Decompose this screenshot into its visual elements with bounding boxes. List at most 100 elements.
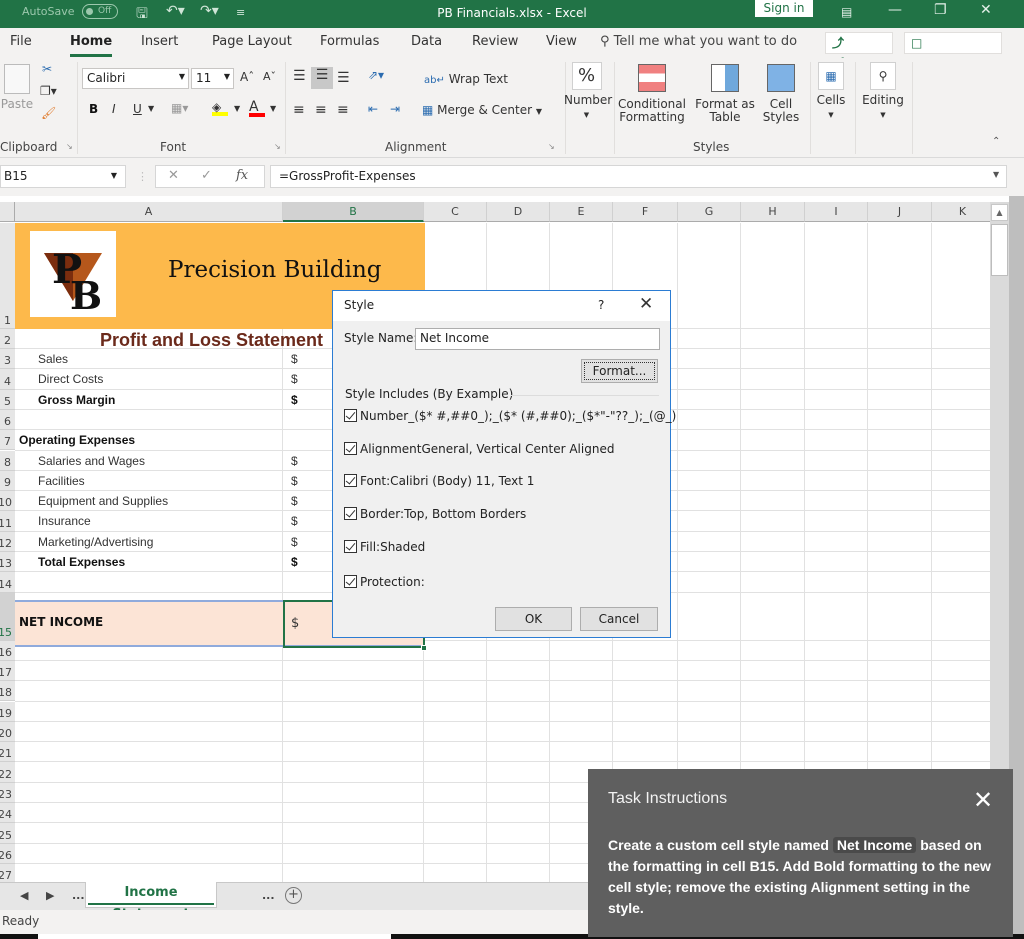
conditional-formatting-button[interactable]: Conditional Formatting [614, 62, 690, 124]
cancel-button[interactable]: Cancel [580, 607, 658, 631]
italic-button[interactable]: I [112, 102, 116, 116]
clipboard-launcher-icon[interactable]: ↘ [66, 142, 73, 151]
include-number-checkbox[interactable]: Number_($* #,##0_);_($* (#,##0);_($*"-"?… [344, 409, 676, 423]
name-box[interactable]: B15 ▼ [0, 165, 126, 188]
line-item-label[interactable]: Direct Costs [38, 372, 103, 386]
line-item-label[interactable]: Marketing/Advertising [38, 535, 153, 549]
line-item-label[interactable]: Sales [38, 352, 68, 366]
line-item-value[interactable]: $ [291, 494, 298, 508]
include-fill-checkbox[interactable]: Fill:Shaded [344, 540, 425, 554]
tab-insert[interactable]: Insert [141, 34, 178, 49]
share-button[interactable]: ⤴ Share [825, 32, 893, 70]
row-header-11[interactable]: 11 [0, 511, 15, 532]
row-header-10[interactable]: 10 [0, 491, 15, 512]
number-format-button[interactable]: % Number ▼ [564, 62, 612, 122]
row-header-9[interactable]: 9 [0, 470, 15, 492]
column-header-g[interactable]: G [678, 202, 741, 222]
tab-file[interactable]: File [10, 34, 32, 49]
prev-sheet-icon[interactable]: ◀ [20, 889, 28, 902]
column-header-e[interactable]: E [550, 202, 613, 222]
row-header-15[interactable]: 15 [0, 592, 15, 641]
tab-home[interactable]: Home [70, 34, 113, 57]
row-header-20[interactable]: 20 [0, 721, 15, 743]
line-item-label[interactable]: Operating Expenses [19, 433, 135, 447]
close-dialog-icon[interactable]: ✕ [639, 294, 653, 314]
line-item-label[interactable]: Total Expenses [38, 555, 125, 569]
alignment-launcher-icon[interactable]: ↘ [548, 142, 555, 151]
fill-color-icon[interactable]: ◈ [212, 100, 228, 116]
include-protection-checkbox[interactable]: Protection: [344, 575, 425, 589]
format-button[interactable]: Format... [581, 359, 658, 383]
font-size-select[interactable]: 11 ▼ [191, 68, 234, 89]
font-name-select[interactable]: Calibri ▼ [82, 68, 189, 89]
row-header-24[interactable]: 24 [0, 803, 15, 824]
more-sheets-left[interactable]: ... [72, 889, 85, 902]
font-color-dropdown-icon[interactable]: ▼ [270, 104, 276, 113]
cancel-entry-icon[interactable]: ✕ [168, 168, 179, 183]
column-header-c[interactable]: C [424, 202, 487, 222]
line-item-value[interactable]: $ [291, 454, 298, 468]
row-header-1[interactable]: 1 [0, 223, 15, 329]
row-header-12[interactable]: 12 [0, 531, 15, 552]
underline-dropdown-icon[interactable]: ▼ [148, 104, 154, 113]
row-header-13[interactable]: 13 [0, 552, 15, 573]
close-window-icon[interactable]: ✕ [980, 2, 992, 18]
row-header-25[interactable]: 25 [0, 823, 15, 844]
top-align-icon[interactable]: ☰ [293, 68, 306, 84]
align-center-icon[interactable]: ≡ [315, 102, 327, 118]
minimize-icon[interactable]: — [888, 2, 902, 18]
fill-handle[interactable] [421, 645, 427, 651]
column-header-a[interactable]: A [15, 202, 283, 222]
include-font-checkbox[interactable]: Font:Calibri (Body) 11, Text 1 [344, 474, 534, 488]
net-income-label[interactable]: NET INCOME [19, 615, 103, 629]
line-item-value[interactable]: $ [291, 514, 298, 528]
row-header-23[interactable]: 23 [0, 782, 15, 803]
borders-icon[interactable]: ▦▾ [171, 101, 188, 115]
row-header-5[interactable]: 5 [0, 389, 15, 410]
row-header-16[interactable]: 16 [0, 640, 15, 661]
fill-dropdown-icon[interactable]: ▼ [234, 104, 240, 113]
line-item-label[interactable]: Insurance [38, 514, 91, 528]
line-item-label[interactable]: Facilities [38, 474, 85, 488]
row-header-27[interactable]: 27 [0, 863, 15, 882]
line-item-label[interactable]: Salaries and Wages [38, 454, 145, 468]
select-all-corner[interactable] [0, 202, 15, 222]
row-header-8[interactable]: 8 [0, 450, 15, 471]
decrease-font-icon[interactable]: Aˇ [263, 70, 276, 83]
tab-formulas[interactable]: Formulas [320, 34, 379, 49]
help-icon[interactable]: ? [598, 298, 604, 312]
align-right-icon[interactable]: ≡ [337, 102, 349, 118]
add-sheet-icon[interactable]: + [285, 887, 302, 904]
tab-page-layout[interactable]: Page Layout [212, 34, 292, 49]
increase-font-icon[interactable]: Aˆ [240, 70, 254, 84]
next-sheet-icon[interactable]: ▶ [46, 889, 54, 902]
line-item-label[interactable]: Gross Margin [38, 393, 115, 407]
row-header-2[interactable]: 2 [0, 329, 15, 349]
restore-icon[interactable]: ❐ [934, 2, 947, 18]
close-task-icon[interactable]: ✕ [973, 786, 993, 815]
row-header-26[interactable]: 26 [0, 843, 15, 864]
row-header-19[interactable]: 19 [0, 701, 15, 722]
ok-button[interactable]: OK [495, 607, 572, 631]
expand-formula-icon[interactable]: ▼ [993, 170, 999, 179]
row-header-6[interactable]: 6 [0, 409, 15, 431]
column-header-k[interactable]: K [932, 202, 990, 222]
more-sheets-right[interactable]: ... [262, 889, 275, 902]
cut-icon[interactable]: ✂ [42, 62, 52, 76]
middle-align-icon[interactable]: ☰ [311, 67, 333, 89]
row-header-7[interactable]: 7 [0, 430, 15, 451]
line-item-value[interactable]: $ [291, 535, 298, 549]
column-header-b[interactable]: B [283, 202, 424, 222]
underline-button[interactable]: U [133, 102, 142, 116]
format-painter-icon[interactable]: 🖌 [41, 106, 56, 120]
tab-view[interactable]: View [546, 34, 577, 49]
line-item-label[interactable]: Equipment and Supplies [38, 494, 168, 508]
row-header-21[interactable]: 21 [0, 742, 15, 763]
style-name-input[interactable]: Net Income [415, 328, 660, 350]
align-left-icon[interactable]: ≡ [293, 102, 305, 118]
column-header-j[interactable]: J [868, 202, 932, 222]
row-header-14[interactable]: 14 [0, 572, 15, 593]
orientation-icon[interactable]: ⇗▾ [368, 68, 384, 82]
tell-me-search[interactable]: ⚲ Tell me what you want to do [600, 34, 797, 49]
row-header-3[interactable]: 3 [0, 349, 15, 370]
